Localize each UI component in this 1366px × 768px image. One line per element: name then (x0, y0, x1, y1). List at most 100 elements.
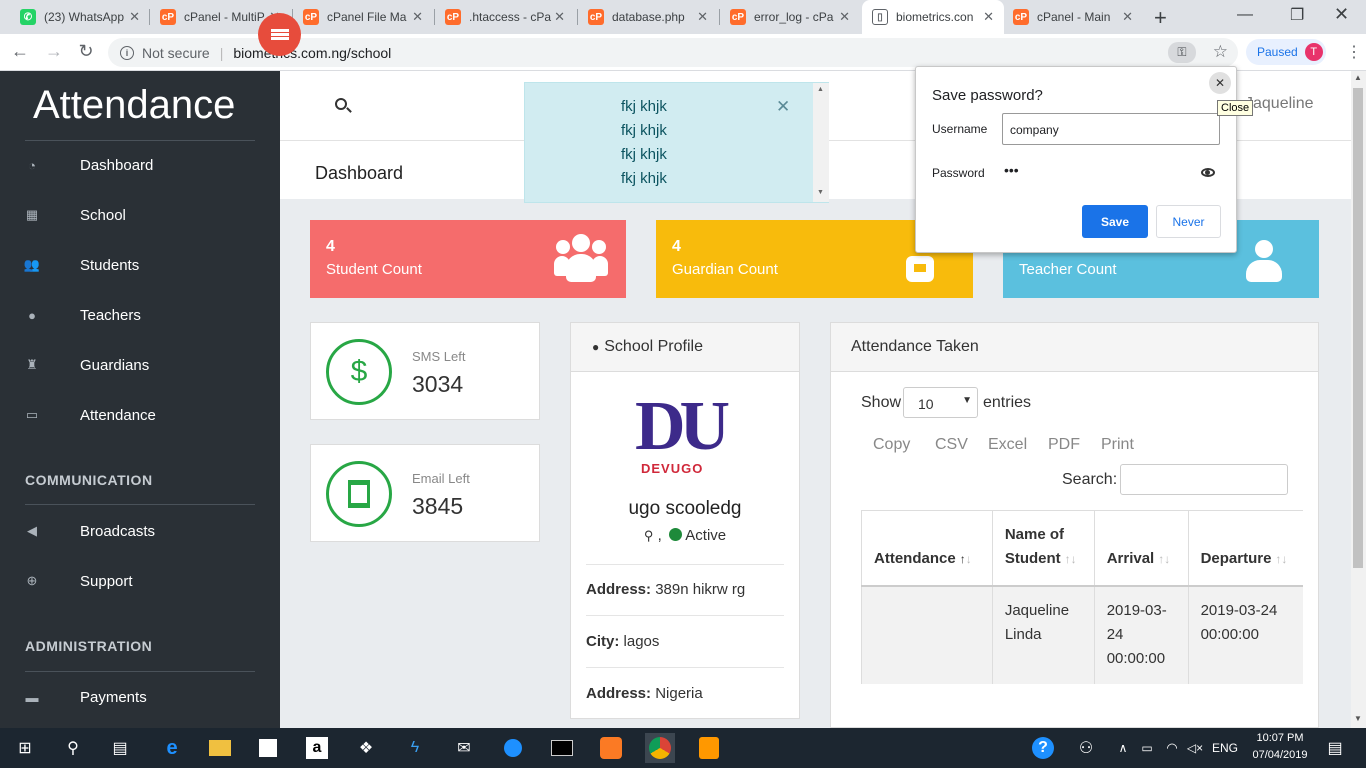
dropbox-icon[interactable]: ❖ (351, 733, 381, 763)
sms-left-card: $ SMS Left 3034 (310, 322, 540, 420)
maximize-button[interactable]: ❐ (1290, 5, 1304, 25)
profile-paused-button[interactable]: Paused T (1246, 39, 1326, 65)
edge-icon[interactable]: e (157, 733, 187, 763)
sidebar-item-support[interactable]: ⊕ Support (0, 566, 280, 596)
security-label[interactable]: Not secure (142, 45, 210, 61)
visual-studio-code-icon[interactable]: ϟ (400, 733, 430, 763)
student-count-card[interactable]: 4 Student Count (310, 220, 626, 298)
dollar-icon: $ (326, 339, 392, 405)
volume-muted-icon[interactable]: ◁× (1180, 733, 1210, 763)
close-window-button[interactable]: ✕ (1334, 4, 1349, 25)
help-icon[interactable]: ? (1028, 733, 1058, 763)
tab-close-icon[interactable]: ✕ (129, 9, 140, 25)
reload-button[interactable]: ↻ (74, 41, 98, 62)
browser-tab[interactable]: cP cPanel File Ma ✕ (293, 0, 433, 34)
browser-tab[interactable]: cP error_log - cPa ✕ (720, 0, 860, 34)
table-search-input[interactable] (1120, 464, 1288, 495)
people-icon[interactable]: ⚇ (1071, 733, 1101, 763)
browser-menu-icon[interactable]: ⋮ (1346, 42, 1362, 62)
tab-close-icon[interactable]: ✕ (983, 9, 994, 25)
browser-tab[interactable]: cP .htaccess - cPa ✕ (435, 0, 575, 34)
sidebar-item-broadcasts[interactable]: ◀ Broadcasts (0, 516, 280, 546)
eye-icon[interactable] (1201, 168, 1215, 177)
close-icon[interactable]: ✕ (1209, 72, 1231, 94)
student-count-value: 4 (326, 238, 335, 255)
scroll-up-arrow[interactable]: ▲ (1354, 73, 1362, 82)
profile-row-value: lagos (623, 633, 660, 650)
pdf-button[interactable]: PDF (1048, 436, 1080, 454)
sidebar-item-guardians[interactable]: ♜ Guardians (0, 350, 280, 380)
file-explorer-icon[interactable] (205, 733, 235, 763)
sublime-text-icon[interactable] (694, 733, 724, 763)
divider (25, 140, 255, 141)
scroll-down-arrow[interactable]: ▼ (817, 189, 824, 196)
browser-tab[interactable]: ✆ (23) WhatsApp ✕ (10, 0, 150, 34)
browser-tab[interactable]: cP database.php ✕ (578, 0, 718, 34)
chrome-icon[interactable] (645, 733, 675, 763)
forward-button[interactable]: → (42, 41, 66, 62)
language-indicator[interactable]: ENG (1212, 741, 1238, 755)
user-name[interactable]: Jaqueline (1245, 95, 1314, 113)
scroll-down-arrow[interactable]: ▼ (1354, 714, 1362, 723)
column-departure[interactable]: Departure ↑↓ (1187, 510, 1303, 587)
sidebar-item-students[interactable]: 👥 Students (0, 250, 280, 280)
brand-title[interactable]: Attendance (33, 83, 235, 128)
xampp-icon[interactable] (596, 733, 626, 763)
username-field[interactable]: company (1002, 113, 1220, 145)
column-arrival[interactable]: Arrival ↑↓ (1093, 510, 1189, 587)
page-scroll-thumb[interactable] (1353, 88, 1363, 568)
alert-close-icon[interactable]: ✕ (776, 97, 790, 117)
maps-icon[interactable] (498, 733, 528, 763)
store-icon[interactable] (253, 733, 283, 763)
alert-line: fkj khjk (621, 170, 667, 187)
clock-date[interactable]: 07/04/2019 (1250, 749, 1310, 761)
school-name: ugo scooledg (628, 498, 742, 519)
entries-label: entries (983, 394, 1032, 411)
tab-close-icon[interactable]: ✕ (1122, 9, 1133, 25)
task-view-icon[interactable]: ▤ (105, 733, 135, 763)
amazon-icon[interactable]: a (302, 733, 332, 763)
copy-button[interactable]: Copy (873, 436, 910, 454)
tab-close-icon[interactable]: ✕ (839, 9, 850, 25)
terminal-icon[interactable] (547, 733, 577, 763)
csv-button[interactable]: CSV (935, 436, 968, 454)
windows-start-icon[interactable]: ⊞ (10, 733, 40, 763)
star-icon[interactable]: ☆ (1213, 42, 1228, 62)
column-name[interactable]: Name of Student ↑↓ (991, 510, 1095, 587)
sidebar-toggle-button[interactable] (258, 13, 301, 56)
tab-close-icon[interactable]: ✕ (697, 9, 708, 25)
tab-close-icon[interactable]: ✕ (412, 9, 423, 25)
table-row[interactable]: Jaqueline Linda 2019-03-24 00:00:00 2019… (861, 586, 1303, 684)
clock-time[interactable]: 10:07 PM (1250, 732, 1310, 744)
back-button[interactable]: ← (8, 41, 32, 62)
new-tab-button[interactable]: + (1154, 5, 1167, 31)
minimize-button[interactable]: — (1237, 6, 1253, 24)
never-button[interactable]: Never (1156, 205, 1221, 238)
browser-tab[interactable]: ▯ biometrics.con ✕ (862, 0, 1004, 34)
profile-status: Paused (1257, 45, 1298, 59)
email-left-card: Email Left 3845 (310, 444, 540, 542)
url-text[interactable]: biometrics.com.ng/school (233, 45, 391, 61)
column-attendance[interactable]: Attendance ↑↓ (861, 510, 993, 587)
browser-tab[interactable]: cP cPanel - Main ✕ (1003, 0, 1143, 34)
alert-scrollbar[interactable]: ▲ ▼ (813, 83, 829, 202)
scroll-up-arrow[interactable]: ▲ (817, 86, 824, 93)
entries-select[interactable]: 10 ▼ (903, 387, 978, 418)
print-button[interactable]: Print (1101, 436, 1134, 454)
info-icon[interactable]: i (120, 45, 134, 60)
sidebar-item-label: Attendance (80, 406, 156, 424)
username-label: Username (932, 122, 988, 136)
sidebar-item-payments[interactable]: ▬ Payments (0, 682, 280, 712)
mail-icon[interactable]: ✉ (449, 733, 479, 763)
save-button[interactable]: Save (1082, 205, 1148, 238)
sidebar-item-attendance[interactable]: ▭ Attendance (0, 400, 280, 430)
notification-icon[interactable]: ▤ (1320, 733, 1350, 763)
sidebar-item-teachers[interactable]: ● Teachers (0, 300, 280, 330)
excel-button[interactable]: Excel (988, 436, 1027, 454)
password-value[interactable]: ••• (1004, 162, 1019, 178)
sidebar-item-school[interactable]: ▦ School (0, 200, 280, 230)
search-icon[interactable]: ⚲ (58, 733, 88, 763)
tab-close-icon[interactable]: ✕ (554, 9, 565, 25)
sidebar-item-dashboard[interactable]: ◔ Dashboard (0, 150, 280, 180)
key-icon[interactable]: ⚿ (1168, 42, 1196, 63)
